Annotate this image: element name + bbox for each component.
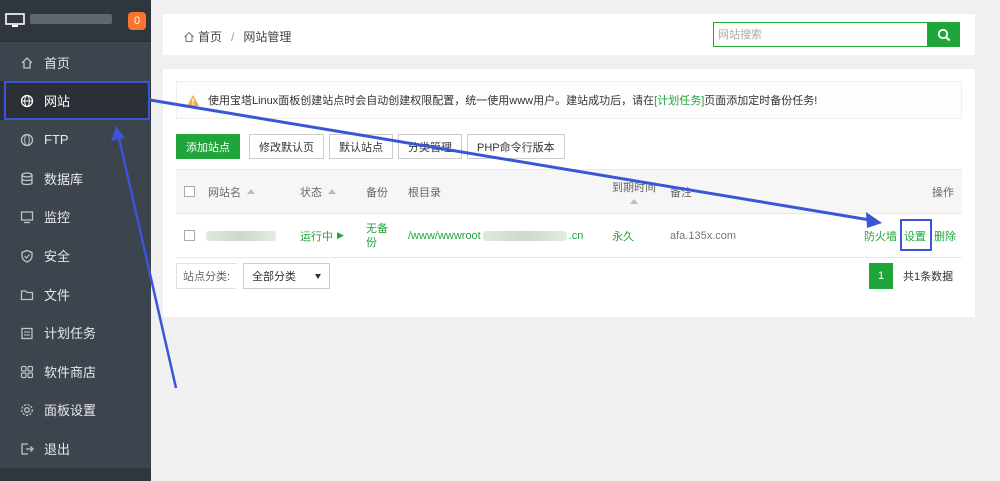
total-count: 共1条数据 <box>903 271 954 283</box>
firewall-link[interactable]: 防火墙 <box>864 214 897 257</box>
sidebar-item-label: 文件 <box>44 288 71 303</box>
sidebar-item-home[interactable]: 首页 <box>0 43 151 82</box>
sidebar-item-label: 计划任务 <box>44 326 97 341</box>
sort-icon <box>328 189 336 194</box>
folder-icon <box>20 288 34 302</box>
home-icon <box>20 56 34 70</box>
search-input[interactable] <box>718 27 923 43</box>
sidebar-item-label: FTP <box>44 132 69 147</box>
notification-badge[interactable]: 0 <box>128 12 146 30</box>
backup-link[interactable]: 无备份 <box>366 214 392 257</box>
sidebar-item-label: 面板设置 <box>44 403 97 418</box>
table-row: 运行中 ▶ 无备份 /www/wwwroot .cn 永久 afa.135x.com… <box>176 214 962 258</box>
sort-icon <box>247 189 255 194</box>
search-button[interactable] <box>927 22 960 47</box>
sidebar-item-cron[interactable]: 计划任务 <box>0 313 151 352</box>
status-running[interactable]: 运行中 ▶ <box>300 214 344 257</box>
chevron-down-icon <box>315 273 321 279</box>
category-label: 站点分类: <box>176 263 237 289</box>
breadcrumb: 首页 / 网站管理 <box>183 28 291 45</box>
server-monitor-icon <box>5 13 25 27</box>
modify-default-page-button[interactable]: 修改默认页 <box>249 134 324 159</box>
root-path[interactable]: /www/wwwroot .cn <box>408 214 583 257</box>
database-icon <box>20 171 34 186</box>
sidebar-item-label: 退出 <box>44 442 71 457</box>
php-cli-version-button[interactable]: PHP命令行版本 <box>467 134 565 159</box>
col-backup: 备份 <box>366 186 388 199</box>
sidebar-footer <box>0 468 151 481</box>
sidebar-item-database[interactable]: 数据库 <box>0 159 151 198</box>
site-list-panel: 使用宝塔Linux面板创建站点时会自动创建权限配置，统一使用www用户。建站成功… <box>163 69 975 317</box>
calendar-icon <box>20 326 34 340</box>
expire-value[interactable]: 永久 <box>612 214 634 257</box>
toolbar: 添加站点 修改默认页 默认站点 分类管理 PHP命令行版本 <box>176 134 570 159</box>
cron-link[interactable]: [计划任务] <box>654 92 704 108</box>
sidebar-header: 0 <box>0 0 151 42</box>
select-all-checkbox[interactable] <box>184 186 195 197</box>
warning-icon <box>187 94 199 106</box>
annotation-highlight-website <box>4 81 150 120</box>
site-table: 网站名 状态 备份 根目录 到期时间 备注 操作 运行中 ▶ 无备份 /www/w… <box>176 169 962 258</box>
col-status[interactable]: 状态 <box>300 170 336 213</box>
sidebar-item-label: 安全 <box>44 249 71 264</box>
breadcrumb-bar: 首页 / 网站管理 <box>163 14 975 55</box>
logout-icon <box>20 442 34 456</box>
sidebar-item-label: 数据库 <box>44 172 84 187</box>
breadcrumb-separator: / <box>231 29 235 44</box>
sidebar-item-label: 首页 <box>44 56 71 71</box>
alert-text: 使用宝塔Linux面板创建站点时会自动创建权限配置，统一使用www用户。建站成功… <box>208 95 655 107</box>
sidebar-item-store[interactable]: 软件商店 <box>0 352 151 391</box>
col-name[interactable]: 网站名 <box>208 170 255 213</box>
sidebar-item-monitor[interactable]: 监控 <box>0 197 151 236</box>
table-header: 网站名 状态 备份 根目录 到期时间 备注 操作 <box>176 169 962 214</box>
sidebar-item-logout[interactable]: 退出 <box>0 429 151 468</box>
sidebar-item-ftp[interactable]: FTP <box>0 120 151 159</box>
remark-value[interactable]: afa.135x.com <box>670 214 736 257</box>
add-site-button[interactable]: 添加站点 <box>176 134 240 159</box>
ftp-globe-icon <box>20 133 34 147</box>
category-select[interactable]: 全部分类 <box>243 263 330 289</box>
breadcrumb-current: 网站管理 <box>243 30 292 44</box>
shield-icon <box>20 249 34 263</box>
default-site-button[interactable]: 默认站点 <box>329 134 393 159</box>
sidebar-item-label: 软件商店 <box>44 365 97 380</box>
sidebar-item-security[interactable]: 安全 <box>0 236 151 275</box>
play-icon: ▶ <box>337 230 344 240</box>
page-1-button[interactable]: 1 <box>869 263 893 289</box>
col-root: 根目录 <box>408 186 441 199</box>
category-manage-button[interactable]: 分类管理 <box>398 134 462 159</box>
monitor-icon <box>20 210 34 224</box>
sidebar: 0 首页 网站 FTP 数据库 监控 安全 文件 计划任务 软件商店 面板设置 <box>0 0 151 481</box>
sidebar-item-label: 监控 <box>44 210 71 225</box>
alert-text-end: 页面添加定时备份任务! <box>704 95 818 107</box>
sidebar-item-files[interactable]: 文件 <box>0 275 151 314</box>
col-remark: 备注 <box>670 186 692 199</box>
col-expire[interactable]: 到期时间 <box>612 170 656 213</box>
row-checkbox[interactable] <box>184 230 195 241</box>
col-actions: 操作 <box>932 186 954 199</box>
delete-link[interactable]: 删除 <box>934 214 956 257</box>
annotation-highlight-settings <box>900 219 932 251</box>
apps-icon <box>20 365 34 379</box>
search-icon <box>937 28 950 41</box>
table-footer: 站点分类: 全部分类 1 共1条数据 <box>176 263 962 289</box>
hidden-server-name <box>30 14 112 24</box>
site-search <box>713 22 960 47</box>
home-icon <box>184 31 194 42</box>
info-alert: 使用宝塔Linux面板创建站点时会自动创建权限配置，统一使用www用户。建站成功… <box>176 81 962 119</box>
breadcrumb-home[interactable]: 首页 <box>198 28 222 45</box>
site-name-hidden[interactable] <box>206 214 276 257</box>
settings-icon <box>20 403 34 417</box>
sort-icon <box>630 199 638 204</box>
sidebar-item-panel-settings[interactable]: 面板设置 <box>0 390 151 429</box>
